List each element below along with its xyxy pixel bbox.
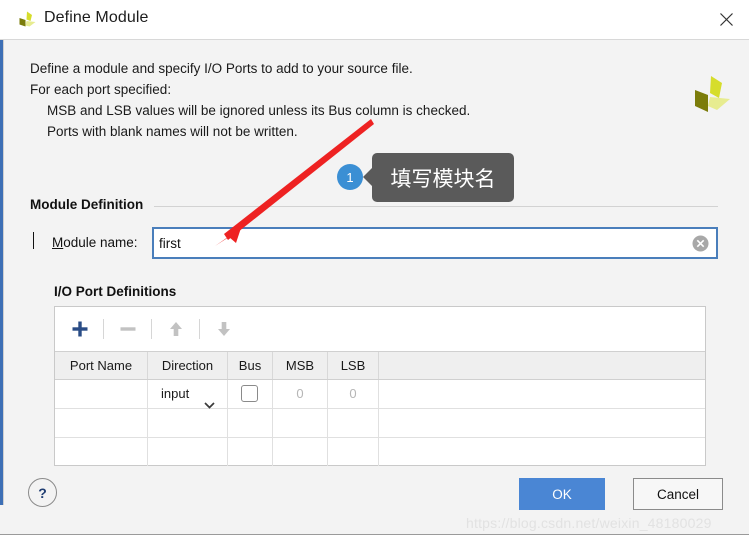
io-port-table-header: Port Name Direction Bus MSB LSB <box>55 352 705 380</box>
xilinx-brand-logo-icon <box>688 72 734 118</box>
direction-value: input <box>161 386 190 401</box>
cell-spacer <box>379 438 705 466</box>
cell-bus[interactable] <box>228 438 273 466</box>
cell-msb[interactable] <box>273 438 328 466</box>
module-name-field-wrapper[interactable] <box>152 227 718 259</box>
io-port-toolbar <box>55 307 705 352</box>
help-button[interactable]: ? <box>28 478 57 507</box>
cell-port-name[interactable] <box>55 409 148 437</box>
annotation-step-badge: 1 <box>337 164 363 190</box>
toolbar-separator-2 <box>151 319 152 339</box>
cell-spacer <box>379 380 705 408</box>
cell-lsb[interactable] <box>328 438 379 466</box>
table-row[interactable]: input 0 0 <box>55 380 705 409</box>
description-line-4: Ports with blank names will not be writt… <box>47 124 298 139</box>
move-port-up-button[interactable] <box>159 313 192 345</box>
module-definition-heading: Module Definition <box>30 197 144 212</box>
cell-port-name[interactable] <box>55 438 148 466</box>
cell-direction-dropdown[interactable]: input <box>148 380 228 409</box>
cell-msb[interactable] <box>273 409 328 437</box>
column-header-msb[interactable]: MSB <box>273 352 328 379</box>
cell-lsb[interactable]: 0 <box>328 380 379 408</box>
move-port-down-button[interactable] <box>207 313 240 345</box>
module-name-label: Module name: <box>52 235 138 250</box>
window-title: Define Module <box>44 9 149 26</box>
column-header-port-name[interactable]: Port Name <box>55 352 148 379</box>
annotation-tooltip: 填写模块名 <box>363 153 514 202</box>
watermark-text: https://blog.csdn.net/weixin_48180029 <box>466 515 712 531</box>
define-module-dialog: Define Module Define a module and specif… <box>0 0 749 542</box>
column-header-spacer <box>379 352 705 379</box>
cancel-button[interactable]: Cancel <box>633 478 723 510</box>
toolbar-separator-3 <box>199 319 200 339</box>
remove-port-button[interactable] <box>111 313 144 345</box>
description-line-2: For each port specified: <box>30 82 172 97</box>
table-row[interactable] <box>55 438 705 467</box>
add-port-button[interactable] <box>63 313 96 345</box>
column-header-direction[interactable]: Direction <box>148 352 228 379</box>
clear-circle-icon[interactable] <box>692 235 709 252</box>
ok-button[interactable]: OK <box>519 478 605 510</box>
bus-checkbox[interactable] <box>241 385 258 402</box>
column-header-lsb[interactable]: LSB <box>328 352 379 379</box>
io-port-definitions-heading: I/O Port Definitions <box>54 284 177 299</box>
description-block: Define a module and specify I/O Ports to… <box>30 58 470 142</box>
vivado-logo-icon <box>16 9 38 31</box>
cell-bus[interactable] <box>228 409 273 437</box>
cell-lsb[interactable] <box>328 409 379 437</box>
io-port-table-panel: Port Name Direction Bus MSB LSB input 0 <box>54 306 706 466</box>
text-cursor <box>33 232 34 249</box>
module-name-mnemonic: M <box>52 235 64 250</box>
title-bar: Define Module <box>0 0 749 40</box>
description-line-3: MSB and LSB values will be ignored unles… <box>47 103 471 118</box>
cell-bus[interactable] <box>228 380 273 408</box>
cell-msb[interactable]: 0 <box>273 380 328 408</box>
left-accent-divider <box>3 40 4 505</box>
module-section-divider <box>154 206 718 207</box>
cell-spacer <box>379 409 705 437</box>
description-line-1: Define a module and specify I/O Ports to… <box>30 61 413 76</box>
close-icon[interactable] <box>703 0 749 39</box>
table-row[interactable] <box>55 409 705 438</box>
column-header-bus[interactable]: Bus <box>228 352 273 379</box>
dialog-bottom-edge <box>0 534 749 542</box>
cell-direction[interactable] <box>148 409 228 437</box>
module-name-label-rest: odule name: <box>63 235 138 250</box>
toolbar-separator-1 <box>103 319 104 339</box>
module-name-input[interactable] <box>159 229 679 257</box>
cell-direction[interactable] <box>148 438 228 466</box>
cell-port-name[interactable] <box>55 380 148 408</box>
